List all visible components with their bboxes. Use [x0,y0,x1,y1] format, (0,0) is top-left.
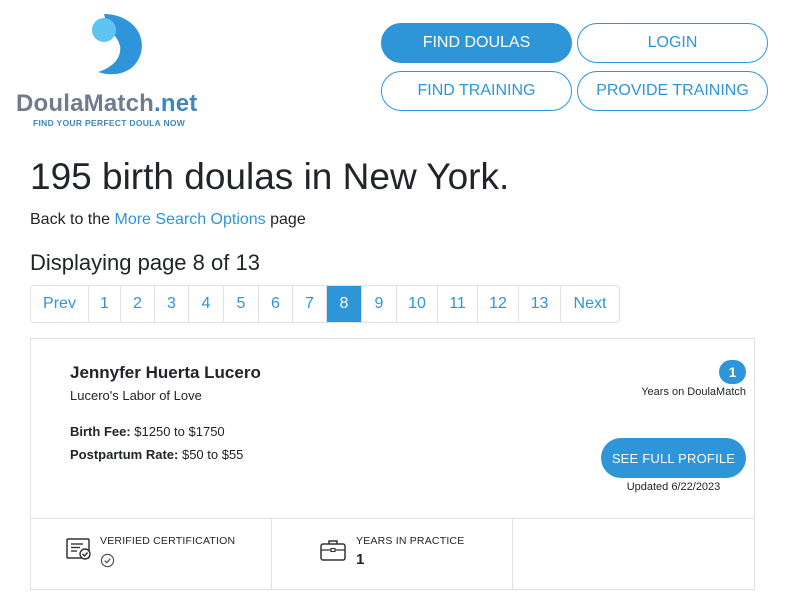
years-in-practice-value: 1 [356,551,365,568]
logo-tagline: FIND YOUR PERFECT DOULA NOW [33,118,186,128]
postpartum-rate-value: $50 to $55 [178,447,244,462]
birth-fee-label: Birth Fee: [70,424,131,439]
pagination-page[interactable]: 2 [121,286,155,322]
pagination-page[interactable]: 5 [224,286,259,322]
certification-cell: VERIFIED CERTIFICATION [31,519,272,590]
pagination-page[interactable]: 10 [397,286,438,322]
doula-name[interactable]: Jennyfer Huerta Lucero [70,363,261,383]
postpartum-rate: Postpartum Rate: $50 to $55 [70,447,243,462]
postpartum-rate-label: Postpartum Rate: [70,447,179,462]
pagination-page[interactable]: 13 [519,286,561,322]
pagination-page[interactable]: 11 [438,286,478,322]
doula-listing-card: Jennyfer Huerta Lucero Lucero's Labor of… [30,338,755,590]
find-training-button[interactable]: FIND TRAINING [381,71,572,111]
business-name: Lucero's Labor of Love [70,388,202,403]
pagination-page[interactable]: 1 [89,286,121,322]
pagination-page-active[interactable]: 8 [327,286,362,322]
provide-training-button[interactable]: PROVIDE TRAINING [577,71,768,111]
birth-fee: Birth Fee: $1250 to $1750 [70,424,225,439]
back-suffix: page [265,211,306,228]
pagination-page[interactable]: 9 [362,286,397,322]
logo-wordmark: DoulaMatch.net [16,90,198,117]
years-in-practice-cell: YEARS IN PRACTICE 1 [272,519,513,590]
page-indicator: Displaying page 8 of 13 [30,250,260,275]
empty-cell [513,519,754,590]
pagination-prev[interactable]: Prev [31,286,89,322]
login-button[interactable]: LOGIN [577,23,768,63]
years-on-site-label: Years on DoulaMatch [641,386,746,398]
pagination-page[interactable]: 7 [293,286,327,322]
pagination-page[interactable]: 4 [189,286,224,322]
back-prefix: Back to the [30,211,115,228]
years-on-site-badge: 1 [719,360,746,384]
updated-date: Updated 6/22/2023 [626,481,721,493]
site-logo[interactable]: DoulaMatch.net FIND YOUR PERFECT DOULA N… [16,12,221,130]
check-circle-icon [100,553,115,568]
doula-logo-icon [92,14,142,75]
briefcase-icon [320,540,346,561]
verified-certification-label: VERIFIED CERTIFICATION [100,535,236,547]
certificate-icon [66,538,91,560]
pagination-page[interactable]: 3 [155,286,189,322]
see-full-profile-button[interactable]: SEE FULL PROFILE [601,438,746,478]
pagination: Prev 1 2 3 4 5 6 7 8 9 10 11 12 13 Next [30,285,620,323]
pagination-next[interactable]: Next [561,286,619,322]
more-search-options-link[interactable]: More Search Options [115,211,266,228]
birth-fee-value: $1250 to $1750 [130,424,225,439]
years-in-practice-label: YEARS IN PRACTICE [356,535,465,547]
pagination-page[interactable]: 6 [259,286,293,322]
card-footer: VERIFIED CERTIFICATION YEARS IN PRACTICE… [31,518,754,590]
back-line: Back to the More Search Options page [30,211,306,229]
find-doulas-button[interactable]: FIND DOULAS [381,23,572,63]
page-title: 195 birth doulas in New York. [30,156,510,197]
pagination-page[interactable]: 12 [478,286,519,322]
